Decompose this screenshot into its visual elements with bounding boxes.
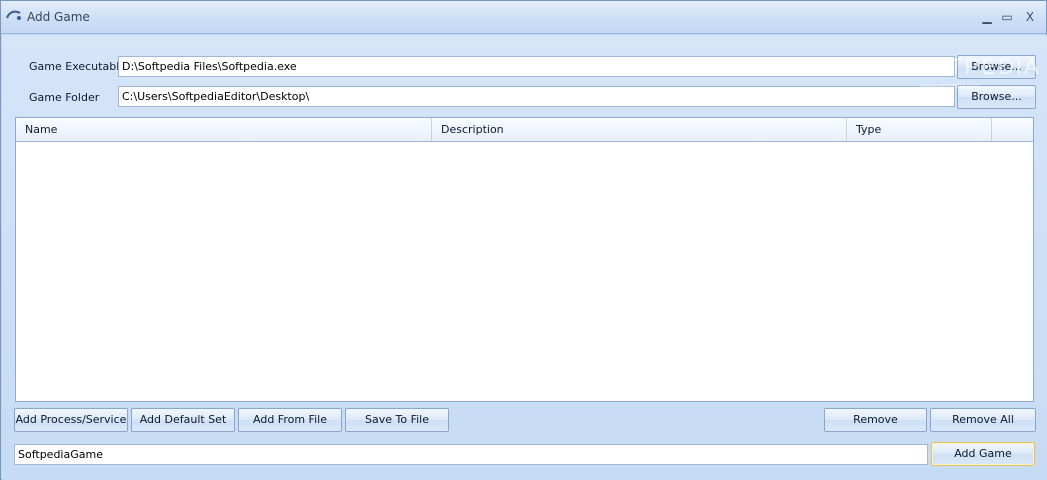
browse-executable-button[interactable]: Browse... (957, 55, 1036, 79)
game-executable-label: Game Executable (29, 60, 127, 73)
game-name-input[interactable]: SoftpediaGame (14, 444, 928, 465)
add-default-set-button[interactable]: Add Default Set (131, 408, 235, 432)
game-folder-input[interactable]: C:\Users\SoftpediaEditor\Desktop\ (118, 86, 955, 107)
title-bar[interactable]: Add Game ▁ ▭ X (1, 1, 1046, 34)
game-folder-label: Game Folder (29, 91, 100, 104)
add-process-service-button[interactable]: Add Process/Service (14, 408, 128, 432)
list-header: Name Description Type (16, 118, 1033, 142)
game-executable-input[interactable]: D:\Softpedia Files\Softpedia.exe (118, 56, 955, 77)
minimize-icon[interactable]: ▁ (977, 7, 997, 27)
column-header-type[interactable]: Type (847, 118, 992, 141)
column-header-description[interactable]: Description (432, 118, 847, 141)
remove-button[interactable]: Remove (824, 408, 927, 432)
process-list[interactable]: Name Description Type (15, 117, 1034, 402)
add-game-button[interactable]: Add Game (931, 442, 1035, 466)
window-title: Add Game (27, 10, 90, 24)
dialog-body: Game Executable D:\Softpedia Files\Softp… (2, 35, 1047, 480)
maximize-icon[interactable]: ▭ (997, 7, 1017, 27)
remove-all-button[interactable]: Remove All (930, 408, 1036, 432)
browse-folder-button[interactable]: Browse... (957, 85, 1036, 109)
save-to-file-button[interactable]: Save To File (345, 408, 449, 432)
close-icon[interactable]: X (1020, 7, 1040, 27)
app-logo-icon (6, 10, 21, 20)
add-from-file-button[interactable]: Add From File (238, 408, 342, 432)
add-game-window: Add Game ▁ ▭ X Game Executable D:\Softpe… (0, 0, 1047, 480)
column-header-name[interactable]: Name (16, 118, 432, 141)
